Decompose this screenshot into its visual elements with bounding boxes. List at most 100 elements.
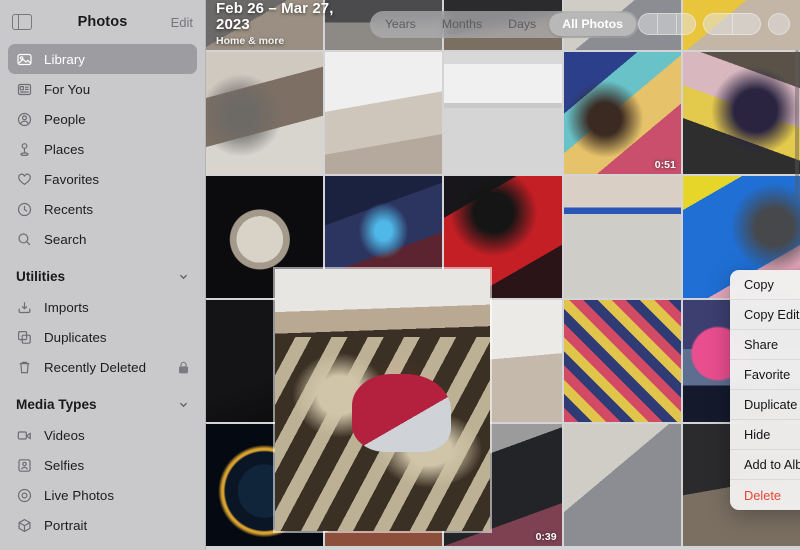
toolbar-right-controls xyxy=(638,13,790,35)
menu-item-label: Share xyxy=(744,337,779,352)
photo-thumbnail xyxy=(444,52,562,174)
menu-item-duplicate[interactable]: Duplicate xyxy=(730,390,800,420)
sidebar-item-label: Library xyxy=(44,51,85,67)
chevron-down-icon[interactable] xyxy=(178,399,189,410)
photo-subject xyxy=(352,373,452,453)
location-subtitle: Home & more xyxy=(216,34,285,47)
sidebar-item-label: Imports xyxy=(44,299,89,315)
view-options-control[interactable] xyxy=(703,13,761,35)
more-options-button[interactable] xyxy=(768,13,790,35)
sidebar-item-label: Search xyxy=(44,231,87,247)
sidebar-item-duplicates[interactable]: Duplicates xyxy=(8,322,197,352)
selfie-icon xyxy=(16,457,33,474)
sidebar-item-for-you[interactable]: For You xyxy=(8,74,197,104)
context-menu: Copy Copy Edits Share Favorite Duplicate… xyxy=(730,270,800,510)
sidebar-item-selfies[interactable]: Selfies xyxy=(8,450,197,480)
tab-days[interactable]: Days xyxy=(495,13,549,36)
sidebar-item-label: Favorites xyxy=(44,171,100,187)
photo-cell[interactable] xyxy=(563,176,681,298)
sidebar-item-label: Places xyxy=(44,141,85,157)
photos-app-window: Photos Edit Library For You People Place… xyxy=(0,0,800,550)
menu-item-label: Copy Edits xyxy=(744,307,800,322)
search-icon xyxy=(16,231,33,248)
duplicate-icon xyxy=(16,329,33,346)
sidebar-item-label: Selfies xyxy=(44,457,85,473)
time-scope-segmented-control[interactable]: Years Months Days All Photos xyxy=(369,10,638,38)
menu-item-delete[interactable]: Delete xyxy=(730,480,800,510)
people-icon xyxy=(16,111,33,128)
tab-months[interactable]: Months xyxy=(429,13,495,36)
menu-item-favorite[interactable]: Favorite xyxy=(730,360,800,390)
photo-cell[interactable]: 0:51 xyxy=(563,52,681,174)
date-range-block: Feb 26 – Mar 27, 2023 Home & more xyxy=(216,1,354,47)
sidebar-item-imports[interactable]: Imports xyxy=(8,292,197,322)
photo-thumbnail xyxy=(206,52,324,174)
sidebar-item-label: Live Photos xyxy=(44,487,115,503)
sidebar-item-library[interactable]: Library xyxy=(8,44,197,74)
portrait-icon xyxy=(16,517,33,534)
sidebar-group-label: Media Types xyxy=(16,396,97,412)
menu-item-label: Copy xyxy=(744,277,774,292)
photo-thumbnail xyxy=(563,424,681,546)
sidebar-group-media-types[interactable]: Media Types xyxy=(8,388,197,420)
sidebar-list: Library For You People Places Favorites … xyxy=(0,44,205,550)
photo-thumbnail xyxy=(563,52,681,174)
live-photo-icon xyxy=(16,487,33,504)
menu-item-label: Duplicate xyxy=(744,397,798,412)
sidebar-item-people[interactable]: People xyxy=(8,104,197,134)
menu-item-hide[interactable]: Hide xyxy=(730,420,800,450)
for-you-icon xyxy=(16,81,33,98)
photo-cell[interactable] xyxy=(325,52,443,174)
photo-thumbnail xyxy=(682,52,800,174)
sidebar-group-utilities[interactable]: Utilities xyxy=(8,260,197,292)
date-range-label: Feb 26 – Mar 27, 2023 xyxy=(216,0,334,33)
menu-item-copy-edits[interactable]: Copy Edits xyxy=(730,300,800,330)
trash-icon xyxy=(16,359,33,376)
video-duration-badge: 0:39 xyxy=(535,531,557,543)
sidebar-header: Photos Edit xyxy=(0,0,205,44)
sidebar-item-live-photos[interactable]: Live Photos xyxy=(8,480,197,510)
photo-cell[interactable] xyxy=(563,424,681,546)
video-duration-badge: 0:51 xyxy=(654,159,676,171)
sidebar-item-videos[interactable]: Videos xyxy=(8,420,197,450)
menu-item-share[interactable]: Share xyxy=(730,330,800,360)
sidebar-item-label: Recents xyxy=(44,201,94,217)
photo-cell[interactable] xyxy=(563,300,681,422)
sidebar-item-label: Videos xyxy=(44,427,85,443)
tab-years[interactable]: Years xyxy=(372,13,429,36)
sidebar: Photos Edit Library For You People Place… xyxy=(0,0,206,550)
menu-item-add-to-album[interactable]: Add to Album xyxy=(730,450,800,480)
edit-button[interactable]: Edit xyxy=(171,15,193,30)
sidebar-group-label: Utilities xyxy=(16,268,66,284)
photo-cell[interactable] xyxy=(206,52,324,174)
selected-photo-person-on-rug[interactable] xyxy=(275,269,490,531)
menu-item-label: Hide xyxy=(744,427,771,442)
chevron-down-icon[interactable] xyxy=(178,271,189,282)
photo-grid-area: 0:51 0:39 Feb 26 – Mar 27, 2023 Home & m… xyxy=(206,0,800,550)
sidebar-item-label: Recently Deleted xyxy=(44,359,147,375)
video-icon xyxy=(16,427,33,444)
menu-item-label: Favorite xyxy=(744,367,791,382)
photo-thumbnail xyxy=(325,52,443,174)
photos-library-icon xyxy=(16,51,33,68)
sidebar-item-label: Portrait xyxy=(44,517,88,533)
photo-thumbnail xyxy=(563,176,681,298)
sidebar-item-places[interactable]: Places xyxy=(8,134,197,164)
vertical-scrollbar[interactable] xyxy=(795,50,799,200)
import-icon xyxy=(16,299,33,316)
sidebar-item-recents[interactable]: Recents xyxy=(8,194,197,224)
tab-all-photos[interactable]: All Photos xyxy=(549,12,636,36)
heart-icon xyxy=(16,171,33,188)
sidebar-item-favorites[interactable]: Favorites xyxy=(8,164,197,194)
zoom-segmented-control[interactable] xyxy=(638,13,696,35)
sidebar-item-search[interactable]: Search xyxy=(8,224,197,254)
sidebar-item-portrait[interactable]: Portrait xyxy=(8,510,197,540)
lock-icon xyxy=(178,361,189,374)
photo-cell[interactable] xyxy=(444,52,562,174)
sidebar-item-recently-deleted[interactable]: Recently Deleted xyxy=(8,352,197,382)
menu-item-label: Delete xyxy=(744,487,781,503)
menu-item-copy[interactable]: Copy xyxy=(730,270,800,300)
clock-icon xyxy=(16,201,33,218)
photo-cell[interactable] xyxy=(682,52,800,174)
sidebar-item-panoramas[interactable]: Panoramas xyxy=(8,540,197,550)
